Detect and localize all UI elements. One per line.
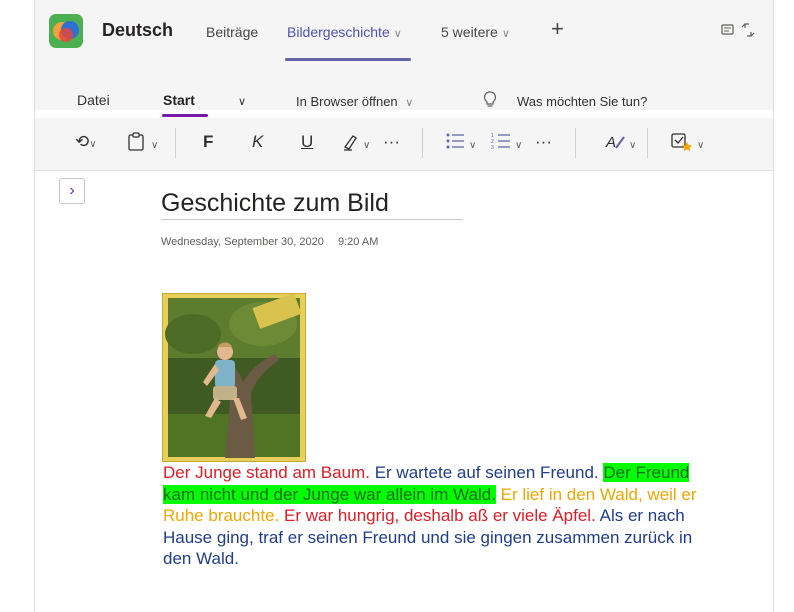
tab-label: Beiträge bbox=[206, 24, 259, 40]
chevron-down-icon[interactable]: ∨ bbox=[515, 140, 522, 151]
title-divider bbox=[161, 219, 463, 220]
story-sentence-2: Er wartete auf seinen Freund. bbox=[374, 463, 599, 482]
app-window: Deutsch Beiträge Bildergeschichte ∨ 5 wei… bbox=[34, 0, 774, 612]
bold-button[interactable]: F bbox=[203, 132, 213, 152]
toolbar-divider bbox=[647, 128, 648, 158]
active-menu-indicator bbox=[162, 114, 208, 117]
chevron-down-icon[interactable]: ∨ bbox=[238, 95, 246, 108]
chevron-down-icon: ∨ bbox=[405, 97, 414, 109]
more-options-button[interactable]: ··· bbox=[535, 132, 552, 152]
tag-icon[interactable] bbox=[671, 132, 693, 157]
chevron-down-icon: ∨ bbox=[501, 28, 510, 40]
story-sentence-5: Er war hungrig, deshalb aß er viele Äpfe… bbox=[283, 506, 596, 525]
toolbar-divider bbox=[175, 128, 176, 158]
story-picture[interactable] bbox=[163, 294, 305, 461]
chevron-down-icon[interactable]: ∨ bbox=[151, 140, 158, 151]
chevron-down-icon[interactable]: ∨ bbox=[394, 28, 402, 40]
tab-label: 5 weitere bbox=[441, 24, 498, 40]
menu-start[interactable]: Start bbox=[163, 92, 195, 108]
formatting-toolbar: ⟲∨ ∨ F K U ∨ ··· ∨ 123 ∨ ··· A ∨ ∨ bbox=[35, 118, 773, 171]
menu-open-in-browser[interactable]: In Browser öffnen ∨ bbox=[296, 94, 413, 109]
app-logo-icon[interactable] bbox=[49, 14, 83, 48]
ribbon-menu-bar: Datei Start ∨ In Browser öffnen ∨ Was mö… bbox=[35, 62, 773, 110]
plus-icon[interactable]: + bbox=[551, 16, 564, 42]
toolbar-divider bbox=[575, 128, 576, 158]
tab-beitraege[interactable]: Beiträge bbox=[206, 24, 258, 40]
highlighter-icon[interactable] bbox=[341, 132, 361, 157]
more-options-button[interactable]: ··· bbox=[383, 132, 400, 152]
lightbulb-icon bbox=[483, 91, 497, 112]
tell-me-search[interactable]: Was möchten Sie tun? bbox=[517, 94, 647, 109]
expand-panel-icon[interactable]: › bbox=[59, 178, 85, 204]
page-date: Wednesday, September 30, 2020 bbox=[161, 236, 324, 248]
open-browser-label: In Browser öffnen bbox=[296, 94, 398, 109]
italic-button[interactable]: K bbox=[252, 132, 263, 152]
undo-icon[interactable]: ⟲∨ bbox=[75, 132, 97, 152]
numbered-list-icon[interactable]: 123 bbox=[491, 132, 511, 155]
svg-text:3: 3 bbox=[491, 145, 494, 150]
toolbar-divider bbox=[422, 128, 423, 158]
clipboard-icon[interactable] bbox=[127, 132, 145, 157]
story-sentence-1: Der Junge stand am Baum. bbox=[163, 463, 370, 482]
underline-button[interactable]: U bbox=[301, 132, 313, 152]
page-time: 9:20 AM bbox=[338, 236, 379, 248]
chevron-down-icon[interactable]: ∨ bbox=[469, 140, 476, 151]
styles-icon[interactable]: A bbox=[605, 132, 627, 157]
tab-bildergeschichte[interactable]: Bildergeschichte ∨ bbox=[287, 24, 402, 40]
tab-more[interactable]: 5 weitere ∨ bbox=[441, 24, 510, 40]
chevron-down-icon[interactable]: ∨ bbox=[697, 140, 704, 151]
svg-text:A: A bbox=[605, 134, 616, 151]
chevron-down-icon[interactable]: ∨ bbox=[629, 140, 636, 151]
active-tab-indicator bbox=[285, 58, 411, 61]
bullet-list-icon[interactable] bbox=[445, 132, 465, 155]
menu-file[interactable]: Datei bbox=[77, 92, 110, 108]
expand-icon[interactable] bbox=[721, 22, 755, 45]
chevron-down-icon[interactable]: ∨ bbox=[363, 140, 370, 151]
story-text[interactable]: Der Junge stand am Baum. Er wartete auf … bbox=[163, 462, 723, 570]
teams-tab-bar: Deutsch Beiträge Bildergeschichte ∨ 5 wei… bbox=[35, 0, 773, 63]
page-timestamp: Wednesday, September 30, 2020 9:20 AM bbox=[161, 236, 378, 248]
team-name: Deutsch bbox=[102, 20, 174, 40]
page-title[interactable]: Geschichte zum Bild bbox=[161, 189, 389, 218]
tab-label: Bildergeschichte bbox=[287, 24, 390, 40]
